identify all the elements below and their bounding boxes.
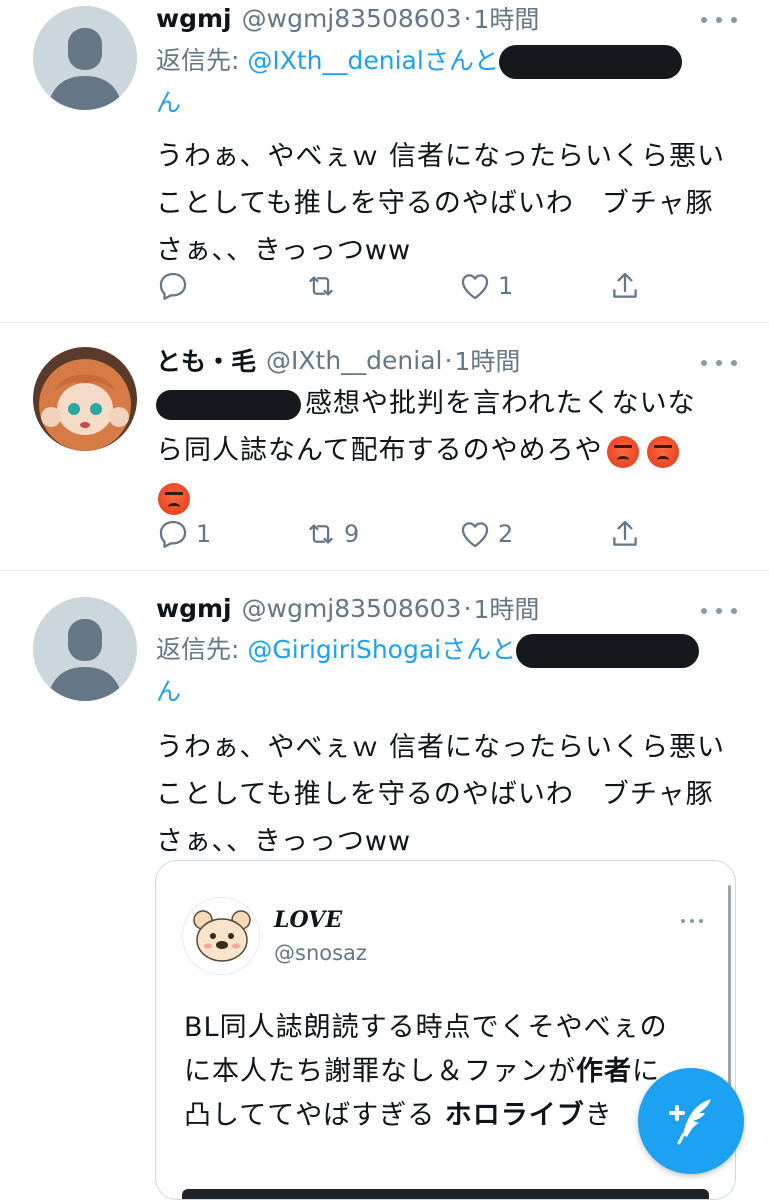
tweet-2[interactable]: とも・毛 @IXth__denial · 1時間 感想や批判を言われたくないな … xyxy=(0,323,769,570)
retweet-icon xyxy=(309,276,333,296)
text-segment: 凸しててやばすぎる xyxy=(184,1100,445,1131)
heart-icon xyxy=(461,522,489,548)
quote-avatar[interactable] xyxy=(182,897,260,975)
text-line: さぁ、、きっっつww xyxy=(156,826,412,857)
reply-button[interactable] xyxy=(156,266,196,306)
share-icon xyxy=(613,520,637,546)
reply-mention[interactable]: @GirigiriShogaiさんと xyxy=(247,635,516,664)
reply-icon xyxy=(159,520,187,548)
compose-tweet-button[interactable] xyxy=(638,1068,744,1174)
retweet-count: 9 xyxy=(344,520,360,548)
reply-count: 1 xyxy=(196,520,212,548)
share-button[interactable] xyxy=(608,266,642,306)
separator-dot: · xyxy=(444,345,453,375)
tweet-header: wgmj @wgmj83508603 · 1時間 xyxy=(156,590,539,626)
angry-face-emoji-icon xyxy=(606,435,639,468)
redacted-block xyxy=(516,634,700,668)
tweet-actions: 1 9 2 xyxy=(156,514,656,554)
timestamp[interactable]: 1時間 xyxy=(473,0,539,36)
text-line: うわぁ、やべぇｗ 信者になったらいくら悪い xyxy=(156,732,726,763)
reply-suffix[interactable]: ん xyxy=(156,677,181,706)
default-avatar-icon xyxy=(33,597,137,701)
text-line: ら同人誌なんて配布するのやめろや xyxy=(156,427,746,474)
reply-context: 返信先: @GirigiriShogaiさんと ん xyxy=(156,629,736,713)
text-line: うわぁ、やべぇｗ 信者になったらいくら悪い xyxy=(156,141,726,172)
tweet-text: うわぁ、やべぇｗ 信者になったらいくら悪い ことしても推しを守るのやばいわ ブチ… xyxy=(156,133,746,274)
share-button[interactable] xyxy=(608,514,642,554)
display-name[interactable]: wgmj xyxy=(156,594,232,623)
heart-icon xyxy=(461,274,489,300)
tweet-text: うわぁ、やべぇｗ 信者になったらいくら悪い ことしても推しを守るのやばいわ ブチ… xyxy=(156,724,746,865)
more-options-icon[interactable] xyxy=(701,603,737,619)
tweet-actions: 1 xyxy=(156,266,656,306)
reply-icon xyxy=(159,272,187,300)
anime-avatar-icon xyxy=(33,347,137,451)
display-name[interactable]: wgmj xyxy=(156,4,232,33)
retweet-button[interactable] xyxy=(304,266,344,306)
redacted-block xyxy=(498,45,682,79)
quote-more-options-icon[interactable] xyxy=(681,919,703,925)
avatar[interactable] xyxy=(33,6,137,110)
display-name[interactable]: とも・毛 xyxy=(156,342,256,378)
timestamp[interactable]: 1時間 xyxy=(473,590,539,626)
user-handle[interactable]: @IXth__denial xyxy=(266,346,442,375)
angry-face-emoji-icon xyxy=(646,435,679,468)
separator-dot: · xyxy=(463,3,472,33)
text-segment: ら同人誌なんて配布するのやめろや xyxy=(156,435,603,466)
share-icon xyxy=(613,272,637,298)
like-count: 1 xyxy=(498,272,514,300)
like-button[interactable]: 2 xyxy=(458,514,513,554)
quote-media-edge xyxy=(182,1189,709,1199)
separator-dot: · xyxy=(463,593,472,623)
angry-face-emoji-icon xyxy=(158,482,190,515)
avatar[interactable] xyxy=(33,597,137,701)
tweet-header: wgmj @wgmj83508603 · 1時間 xyxy=(156,0,539,36)
text-line: に本人たち謝罪なし＆ファンが作者に xyxy=(184,1050,724,1094)
text-line: ことしても推しを守るのやばいわ ブチャ豚 xyxy=(156,779,714,810)
reply-context: 返信先: @IXth__denialさんと ん xyxy=(156,40,736,124)
text-segment: き xyxy=(584,1100,613,1131)
user-handle[interactable]: @wgmj83508603 xyxy=(242,594,462,623)
reply-prefix: 返信先: xyxy=(156,635,248,664)
bear-avatar-icon xyxy=(183,898,259,974)
quote-user-handle[interactable]: @snosaz xyxy=(274,941,367,965)
user-handle[interactable]: @wgmj83508603 xyxy=(242,4,462,33)
text-line: BL同人誌朗読する時点でくそやべぇの xyxy=(184,1012,668,1043)
text-line: ことしても推しを守るのやばいわ ブチャ豚 xyxy=(156,188,714,219)
redacted-block xyxy=(156,389,301,420)
text-line: 感想や批判を言われたくないな xyxy=(156,380,746,427)
quote-display-name[interactable]: LOVE xyxy=(274,907,342,933)
tweet-text: 感想や批判を言われたくないな ら同人誌なんて配布するのやめろや xyxy=(156,380,746,521)
retweet-button[interactable]: 9 xyxy=(304,514,359,554)
reply-suffix[interactable]: ん xyxy=(156,88,181,117)
text-segment: 感想や批判を言われたくないな xyxy=(305,388,696,419)
reply-mention[interactable]: @IXth__denialさんと xyxy=(247,46,498,75)
more-options-icon[interactable] xyxy=(701,12,737,28)
like-count: 2 xyxy=(498,520,514,548)
bold-segment: ホロライブ xyxy=(444,1100,585,1131)
timestamp[interactable]: 1時間 xyxy=(454,342,520,378)
bold-segment: 作者 xyxy=(576,1056,632,1087)
tweet-1[interactable]: wgmj @wgmj83508603 · 1時間 返信先: @IXth__den… xyxy=(0,0,769,322)
more-options-icon[interactable] xyxy=(701,355,737,371)
default-avatar-icon xyxy=(33,6,137,110)
retweet-icon xyxy=(309,524,333,544)
like-button[interactable]: 1 xyxy=(458,266,513,306)
reply-prefix: 返信先: xyxy=(156,46,248,75)
avatar[interactable] xyxy=(33,347,137,451)
tweet-header: とも・毛 @IXth__denial · 1時間 xyxy=(156,342,520,378)
compose-tweet-icon xyxy=(669,1099,711,1145)
reply-button[interactable]: 1 xyxy=(156,514,211,554)
text-segment: に本人たち謝罪なし＆ファンが xyxy=(184,1056,576,1087)
